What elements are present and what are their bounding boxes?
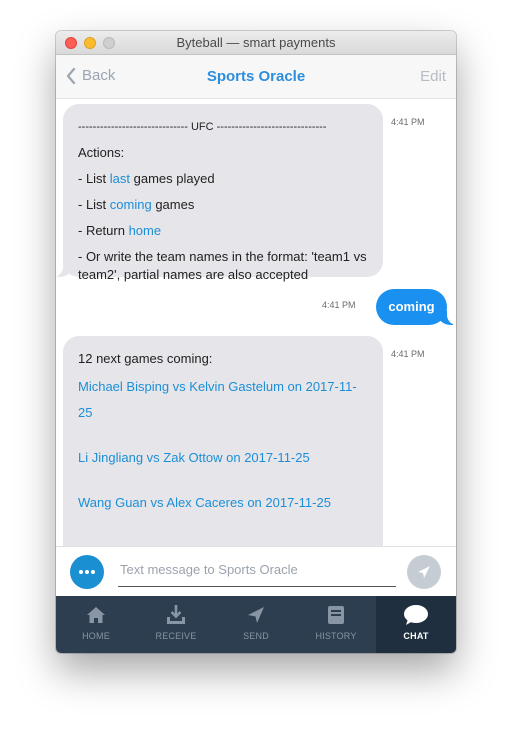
tab-receive[interactable]: RECEIVE — [136, 596, 216, 653]
tab-receive-label: RECEIVE — [155, 631, 197, 641]
action-prefix: - List — [78, 171, 110, 186]
message-header: 12 next games coming: — [78, 351, 213, 366]
tab-chat-label: CHAT — [403, 631, 429, 641]
action-item: - Return home — [78, 218, 368, 244]
edit-button[interactable]: Edit — [420, 68, 446, 85]
action-item: - List coming games — [78, 192, 368, 218]
home-icon — [87, 607, 105, 623]
tab-history[interactable]: HISTORY — [296, 596, 376, 653]
message-input[interactable] — [118, 557, 396, 587]
receive-icon — [167, 605, 185, 624]
window-title: Byteball — smart payments — [176, 35, 336, 50]
tab-bar: HOME RECEIVE SEND HISTORY CHAT — [56, 596, 456, 653]
nav-bar: Back Sports Oracle Edit — [56, 55, 456, 99]
action-suffix: games played — [130, 171, 215, 186]
composer — [56, 546, 456, 596]
tab-history-label: HISTORY — [315, 631, 357, 641]
history-icon — [328, 606, 344, 624]
link-coming[interactable]: coming — [110, 197, 152, 212]
game-link[interactable]: Michael Bisping vs Kelvin Gastelum on 20… — [78, 374, 368, 426]
ellipsis-icon — [79, 570, 95, 574]
send-icon — [248, 607, 264, 623]
action-suffix: games — [151, 197, 195, 212]
link-home[interactable]: home — [129, 223, 162, 238]
send-message-button[interactable] — [407, 555, 441, 589]
chat-icon — [404, 605, 428, 625]
actions-label: Actions: — [78, 145, 125, 160]
message-header: ------------------------------ UFC -----… — [78, 121, 327, 133]
tab-chat[interactable]: CHAT — [376, 596, 456, 653]
game-link[interactable]: Wang Guan vs Alex Caceres on 2017-11-25 — [78, 490, 368, 516]
title-bar: Byteball — smart payments — [56, 31, 456, 55]
app-window: Byteball — smart payments Back Sports Or… — [56, 31, 456, 653]
action-item: - List last games played — [78, 166, 368, 192]
paper-plane-icon — [418, 566, 430, 578]
outgoing-text: coming — [388, 299, 435, 314]
tab-home[interactable]: HOME — [56, 596, 136, 653]
message-timestamp: 4:41 PM — [391, 117, 425, 127]
game-link[interactable]: Li Jingliang vs Zak Ottow on 2017-11-25 — [78, 445, 368, 471]
more-options-button[interactable] — [70, 555, 104, 589]
message-note: - Or write the team names in the format:… — [78, 249, 367, 282]
message-timestamp: 4:41 PM — [391, 349, 425, 359]
outgoing-message: coming — [376, 289, 456, 325]
incoming-message: 12 next games coming: Michael Bisping vs… — [63, 336, 383, 546]
incoming-message: ------------------------------ UFC -----… — [56, 104, 383, 282]
tab-send[interactable]: SEND — [216, 596, 296, 653]
action-prefix: - List — [78, 197, 110, 212]
link-last[interactable]: last — [110, 171, 130, 186]
chat-area[interactable]: ------------------------------ UFC -----… — [56, 99, 456, 546]
page-title: Sports Oracle — [206, 68, 306, 85]
action-prefix: - Return — [78, 223, 129, 238]
tab-home-label: HOME — [82, 631, 110, 641]
tab-send-label: SEND — [243, 631, 269, 641]
message-timestamp: 4:41 PM — [322, 300, 356, 310]
